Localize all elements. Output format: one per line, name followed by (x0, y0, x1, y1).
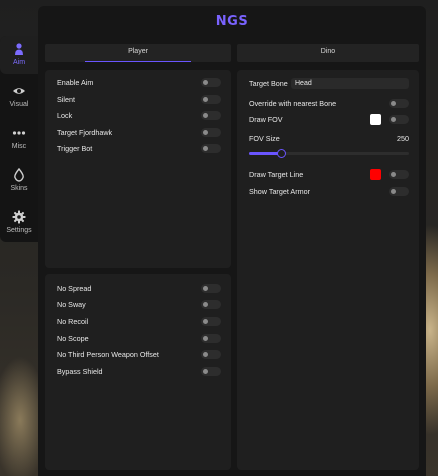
no-scope-toggle[interactable] (201, 334, 221, 343)
fov-size-value: 250 (397, 134, 409, 143)
option-label: No Spread (57, 284, 92, 293)
option-label: Enable Aim (57, 78, 94, 87)
sidebar-item-label: Misc (11, 143, 27, 150)
toggle-knob (203, 352, 208, 357)
sidebar-item-skins[interactable]: Skins (0, 162, 38, 200)
draw-target-line-toggle[interactable] (389, 170, 409, 179)
silent-row: Silent (57, 93, 221, 107)
toggle-knob (203, 80, 208, 85)
sidebar-item-visual[interactable]: Visual (0, 78, 38, 116)
tab-label: Player (128, 48, 148, 55)
option-label: Bypass Shield (57, 367, 103, 376)
fov-size-row: FOV Size 250 (249, 132, 409, 146)
toggle-knob (203, 146, 208, 151)
draw-fov-color-swatch[interactable] (370, 114, 381, 125)
no-recoil-toggle[interactable] (201, 317, 221, 326)
no-spread-row: No Spread (57, 282, 221, 296)
toggle-knob (203, 286, 208, 291)
aim-options-panel: Enable Aim Silent Lock Target Fjordhawk … (45, 70, 231, 268)
option-label: Trigger Bot (57, 144, 93, 153)
person-icon (15, 43, 23, 55)
option-label: Target Bone (249, 79, 288, 88)
option-label: No Third Person Weapon Offset (57, 350, 159, 359)
fov-size-slider[interactable] (249, 149, 409, 158)
draw-target-line-row: Draw Target Line (249, 168, 409, 182)
dots-icon (12, 131, 26, 135)
enable-aim-toggle[interactable] (201, 78, 221, 87)
draw-target-line-color-swatch[interactable] (370, 169, 381, 180)
override-nearest-bone-toggle[interactable] (389, 99, 409, 108)
app-logo: NGS (215, 14, 249, 29)
toggle-knob (203, 369, 208, 374)
override-nearest-bone-row: Override with nearest Bone (249, 97, 409, 111)
slider-handle[interactable] (277, 149, 286, 158)
option-label: Lock (57, 111, 73, 120)
toggle-knob (203, 319, 208, 324)
no-third-person-weapon-offset-toggle[interactable] (201, 350, 221, 359)
toggle-knob (391, 172, 396, 177)
tab-label: Dino (320, 48, 336, 55)
dino-options-panel: Target Bone Head Override with nearest B… (237, 70, 419, 470)
option-label: Target Fjordhawk (57, 128, 113, 137)
target-fjordhawk-toggle[interactable] (201, 128, 221, 137)
draw-fov-row: Draw FOV (249, 113, 409, 127)
target-bone-select[interactable]: Head (291, 78, 409, 89)
target-fjordhawk-row: Target Fjordhawk (57, 126, 221, 140)
enable-aim-row: Enable Aim (57, 76, 221, 90)
bypass-shield-toggle[interactable] (201, 367, 221, 376)
sidebar-item-aim[interactable]: Aim (0, 36, 38, 74)
target-bone-row: Target Bone Head (249, 77, 409, 91)
sidebar-item-label: Visual (9, 101, 29, 108)
tab-dino[interactable]: Dino (237, 44, 419, 62)
weapon-options-panel: No Spread No Sway No Recoil No Scope No … (45, 274, 231, 470)
no-third-person-weapon-offset-row: No Third Person Weapon Offset (57, 348, 221, 362)
no-recoil-row: No Recoil (57, 315, 221, 329)
draw-fov-toggle[interactable] (389, 115, 409, 124)
no-sway-toggle[interactable] (201, 300, 221, 309)
option-label: No Sway (57, 300, 86, 309)
tab-active-indicator (85, 60, 191, 62)
toggle-knob (391, 117, 396, 122)
sidebar-item-label: Skins (10, 185, 28, 192)
tab-player[interactable]: Player (45, 44, 231, 62)
sidebar-item-misc[interactable]: Misc (0, 120, 38, 158)
drop-icon (14, 168, 24, 182)
option-label: No Scope (57, 334, 89, 343)
trigger-bot-toggle[interactable] (201, 144, 221, 153)
toggle-knob (203, 113, 208, 118)
main-window: NGS Player Dino Enable Aim Silent Lock T… (38, 6, 426, 476)
option-label: FOV Size (249, 134, 280, 143)
option-label: Draw Target Line (249, 170, 304, 179)
gear-icon (12, 210, 26, 224)
sidebar-item-label: Settings (6, 227, 32, 234)
show-target-armor-row: Show Target Armor (249, 185, 409, 199)
option-label: Show Target Armor (249, 187, 310, 196)
no-sway-row: No Sway (57, 298, 221, 312)
toggle-knob (203, 302, 208, 307)
sidebar-item-label: Aim (12, 59, 26, 66)
show-target-armor-toggle[interactable] (389, 187, 409, 196)
toggle-knob (391, 189, 396, 194)
option-label: Silent (57, 95, 75, 104)
toggle-knob (203, 336, 208, 341)
toggle-knob (203, 130, 208, 135)
lock-row: Lock (57, 109, 221, 123)
option-label: Override with nearest Bone (249, 99, 337, 108)
option-label: Draw FOV (249, 115, 283, 124)
eye-icon (13, 88, 25, 94)
bypass-shield-row: Bypass Shield (57, 365, 221, 379)
option-label: No Recoil (57, 317, 89, 326)
toggle-knob (203, 97, 208, 102)
sidebar-item-settings[interactable]: Settings (0, 204, 38, 242)
toggle-knob (391, 101, 396, 106)
trigger-bot-row: Trigger Bot (57, 142, 221, 156)
no-spread-toggle[interactable] (201, 284, 221, 293)
silent-toggle[interactable] (201, 95, 221, 104)
no-scope-row: No Scope (57, 332, 221, 346)
sidebar: Aim Visual Misc Skins Settings (0, 36, 38, 242)
lock-toggle[interactable] (201, 111, 221, 120)
